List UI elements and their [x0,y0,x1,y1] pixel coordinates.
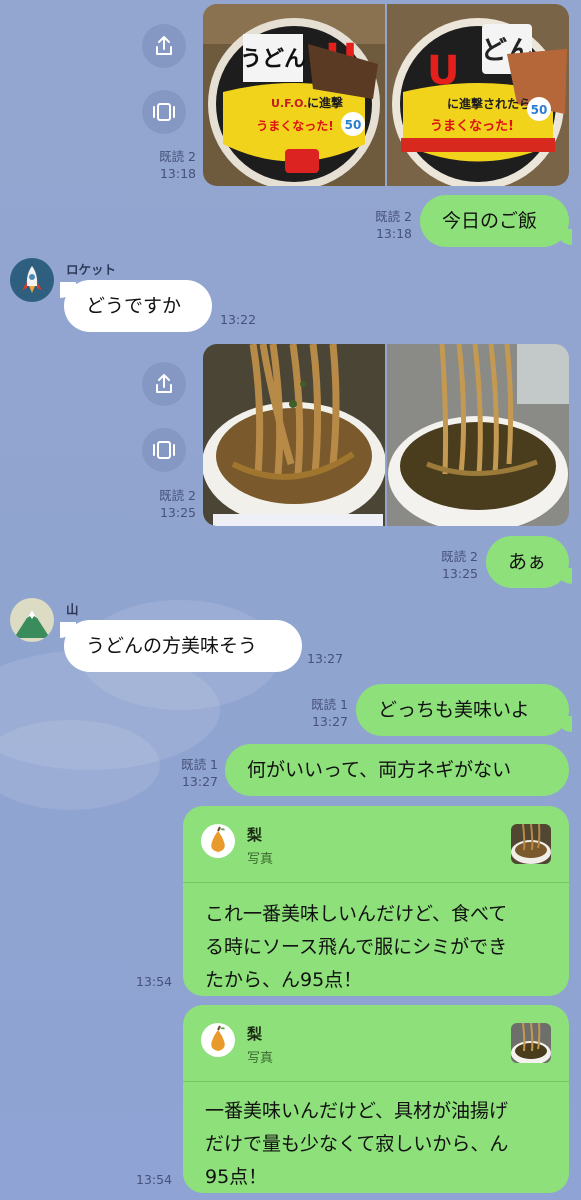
share-button[interactable] [142,24,186,68]
quote-thumbnail[interactable] [511,824,551,864]
timestamp: 13:27 [311,714,348,729]
timestamp: 13:54 [136,974,173,989]
sender-name: ロケット [66,262,117,277]
chat-area[interactable]: 既読 2 13:18 うどん U U.F.O. に進撃 うまくなった! 50 U [0,0,581,1200]
background-cloud [0,720,160,810]
message-line: これ一番美味しいんだけど、食べて [205,903,508,925]
sent-message[interactable]: 何がいいって、両方ネギがない [225,744,569,796]
share-icon [156,374,172,393]
quote-thumbnail[interactable] [511,1023,551,1063]
received-message[interactable]: どうですか [64,280,212,332]
svg-text:U: U [427,48,459,94]
timestamp: 13:27 [181,774,218,789]
timestamp: 13:27 [307,651,344,666]
message-line: 一番美味いんだけど、具材が油揚げ [205,1100,509,1122]
gallery-icon [153,441,175,459]
sent-message[interactable]: 今日のご飯 [420,195,569,247]
read-receipt: 既読 2 [441,549,478,564]
sent-message[interactable]: あぁ [486,536,569,588]
quote-sender: 梨 [247,826,263,844]
album-button[interactable] [142,428,186,472]
svg-text:に進撃されたら: に進撃されたら [447,96,531,111]
pear-avatar [201,824,235,858]
mountain-avatar[interactable] [10,598,54,642]
quote-divider [183,882,569,883]
album-button[interactable] [142,90,186,134]
svg-text:うまくなった!: うまくなった! [256,119,333,133]
svg-text:うどん: うどん [240,47,306,72]
quote-type: 写真 [247,852,274,867]
quote-sender: 梨 [247,1025,263,1043]
timestamp: 13:18 [375,226,412,241]
message-body: 一番美味いんだけど、具材が油揚げ だけで量も少なくて寂しいから、ん 95点！ [205,1095,508,1194]
read-receipt: 既読 2 [159,149,196,164]
timestamp: 13:18 [159,166,196,181]
share-button[interactable] [142,362,186,406]
svg-text:50: 50 [345,118,362,132]
sent-message[interactable]: どっちも美味いよ [356,684,569,736]
read-receipt: 既読 2 [375,209,412,224]
photo-ufo-udon[interactable]: うどん U U.F.O. に進撃 うまくなった! 50 [203,4,385,186]
quote-divider [183,1081,569,1082]
svg-text:50: 50 [531,103,548,117]
reply-message[interactable]: 梨 写真 これ一番美味しいんだけど、食べて る時にソース飛んで服にシミができ た… [183,806,569,996]
quote-type: 写真 [247,1051,274,1066]
sender-name: 山 [66,602,79,617]
svg-text:うまくなった!: うまくなった! [430,119,514,134]
share-icon [156,36,172,55]
reply-message[interactable]: 梨 写真 一番美味いんだけど、具材が油揚げ だけで量も少なくて寂しいから、ん 9… [183,1005,569,1193]
message-line: たから、ん95点！ [205,969,363,991]
timestamp: 13:25 [441,566,478,581]
svg-text:に進撃: に進撃 [307,95,343,110]
read-receipt: 既読 1 [311,697,348,712]
read-receipt: 既読 2 [159,488,196,503]
message-line: だけで量も少なくて寂しいから、ん [205,1133,509,1155]
pear-avatar [201,1023,235,1057]
message-line: る時にソース飛んで服にシミができ [205,936,508,958]
message-line: 95点！ [205,1166,268,1188]
timestamp: 13:54 [136,1172,173,1187]
gallery-icon [153,103,175,121]
rocket-avatar[interactable] [10,258,54,302]
timestamp: 13:22 [220,312,257,327]
message-body: これ一番美味しいんだけど、食べて る時にソース飛んで服にシミができ たから、ん9… [205,898,507,997]
received-message[interactable]: うどんの方美味そう [64,620,302,672]
photo-ufo-yakisoba[interactable]: U どん に進撃されたら うまくなった! 50 [387,4,569,186]
read-receipt: 既読 1 [181,757,218,772]
svg-text:U.F.O.: U.F.O. [271,97,307,110]
timestamp: 13:25 [159,505,196,520]
photo-yakisoba-noodles[interactable] [387,344,569,526]
photo-udon-noodles[interactable] [203,344,385,526]
